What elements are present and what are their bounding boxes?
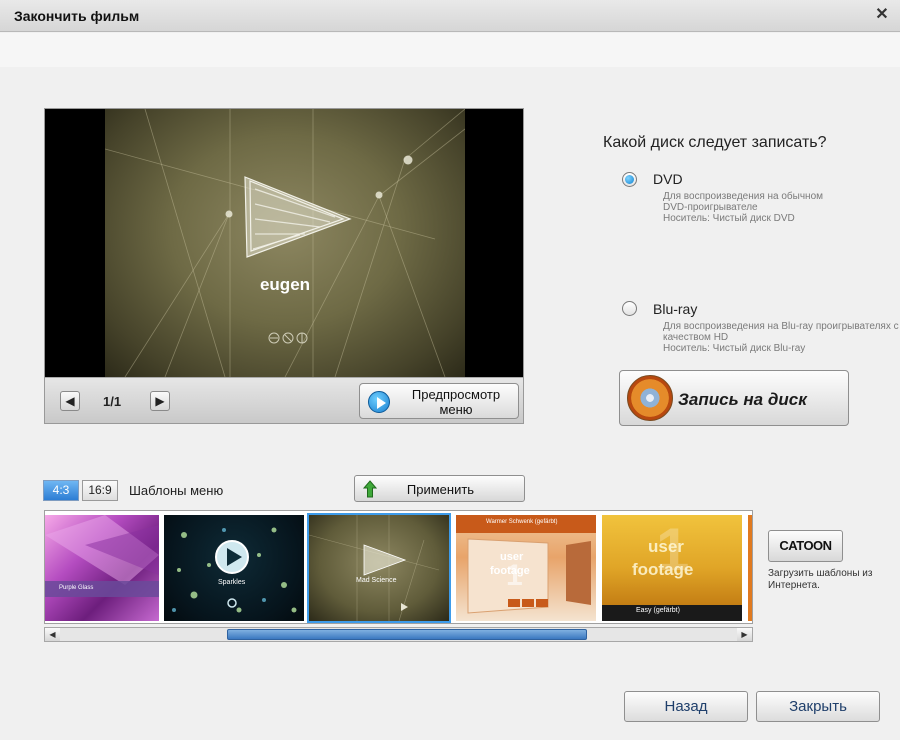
aspect-4-3-toggle[interactable]: 4:3 (43, 480, 79, 501)
arrow-right-icon: ▶ (741, 630, 748, 639)
template-footage-text: footage (632, 560, 694, 579)
dvd-description-line: Носитель: Чистый диск DVD (663, 213, 795, 224)
bluray-radio[interactable] (622, 301, 637, 316)
bluray-description: Для воспроизведения на Blu-ray проигрыва… (663, 321, 900, 354)
window-title: Закончить фильм (14, 8, 140, 24)
next-page-button[interactable]: ▶ (150, 391, 170, 411)
header-band (0, 33, 900, 67)
menu-templates-label: Шаблоны меню (129, 483, 224, 498)
play-icon (368, 391, 390, 413)
disc-question: Какой диск следует записать? (603, 134, 827, 151)
aspect-16-9-toggle[interactable]: 16:9 (82, 480, 118, 501)
template-strip: Purple Glass Sparkles Mad Science Warmer… (44, 510, 753, 624)
template-number: 1 (506, 559, 523, 592)
arrow-left-icon: ◀ (49, 630, 56, 639)
template-footage-text: user (648, 537, 684, 556)
scroll-right-button[interactable]: ▶ (737, 628, 752, 641)
scrollbar-thumb[interactable] (227, 629, 587, 640)
bluray-description-line: Носитель: Чистый диск Blu-ray (663, 343, 806, 354)
template-thumb-purple-glass[interactable]: Purple Glass (45, 515, 159, 621)
menu-title-text: eugen (259, 275, 311, 294)
scroll-left-button[interactable]: ◀ (45, 628, 60, 641)
burn-disc-icon (627, 375, 673, 421)
menu-preview-panel: eugen ◀ 1/1 ▶ Предпросмотр меню (44, 108, 524, 424)
menu-preview-screen: eugen (105, 109, 465, 377)
bluray-description-line: качеством HD (663, 332, 729, 343)
title-bar: Закончить фильм ✕ (0, 0, 900, 32)
template-caption: Mad Science (356, 577, 397, 584)
template-thumb-sparkles[interactable]: Sparkles (164, 515, 304, 621)
mad-science-thumb-art (309, 515, 440, 621)
template-caption: Purple Glass (59, 585, 94, 591)
template-thumb-partial[interactable] (748, 515, 752, 621)
burn-disc-label: Запись на диск (678, 390, 807, 409)
template-caption: Warmer Schwenk (gefärbt) (486, 519, 558, 525)
template-caption: Sparkles (218, 579, 246, 586)
close-button[interactable]: Закрыть (756, 691, 880, 722)
apply-label: Применить (406, 482, 475, 497)
catoon-description: Загрузить шаблоны из Интернета. (768, 568, 873, 591)
bluray-description-line: Для воспроизведения на Blu-ray проигрыва… (663, 321, 899, 332)
sparkles-art (172, 527, 297, 613)
menu-preview-label: Предпросмотр меню (411, 387, 501, 417)
apply-button[interactable]: Применить (354, 475, 525, 502)
previous-page-button[interactable]: ◀ (60, 391, 80, 411)
template-scrollbar[interactable]: ◀ ▶ (44, 627, 753, 642)
page-counter: 1/1 (103, 394, 122, 409)
template-thumb-warmer-schwenk[interactable]: Warmer Schwenk (gefärbt) user footage 1 (456, 515, 596, 621)
close-icon[interactable]: ✕ (872, 5, 892, 25)
dvd-description: Для воспроизведения на обычном DVD-проиг… (663, 191, 823, 224)
template-thumb-mad-science[interactable]: Mad Science (307, 513, 451, 623)
arrow-left-icon: ◀ (65, 394, 75, 408)
catoon-button[interactable]: CATOON (768, 530, 843, 562)
back-button[interactable]: Назад (624, 691, 748, 722)
template-caption: Easy (gefärbt) (636, 607, 680, 614)
menu-preview-button[interactable]: Предпросмотр меню (359, 383, 519, 419)
bluray-label[interactable]: Blu-ray (653, 301, 697, 317)
mad-science-artwork (105, 109, 465, 377)
preview-controls: ◀ 1/1 ▶ Предпросмотр меню (45, 377, 523, 423)
dvd-description-line: DVD-проигрывателе (663, 202, 758, 213)
dvd-radio[interactable] (622, 172, 637, 187)
template-thumb-easy[interactable]: 1 user footage Easy (gefärbt) (602, 515, 742, 621)
dvd-label[interactable]: DVD (653, 171, 683, 187)
burn-disc-button[interactable]: Запись на диск (619, 370, 849, 426)
purple-glass-art (45, 515, 159, 597)
dvd-description-line: Для воспроизведения на обычном (663, 191, 824, 202)
arrow-right-icon: ▶ (155, 394, 165, 408)
